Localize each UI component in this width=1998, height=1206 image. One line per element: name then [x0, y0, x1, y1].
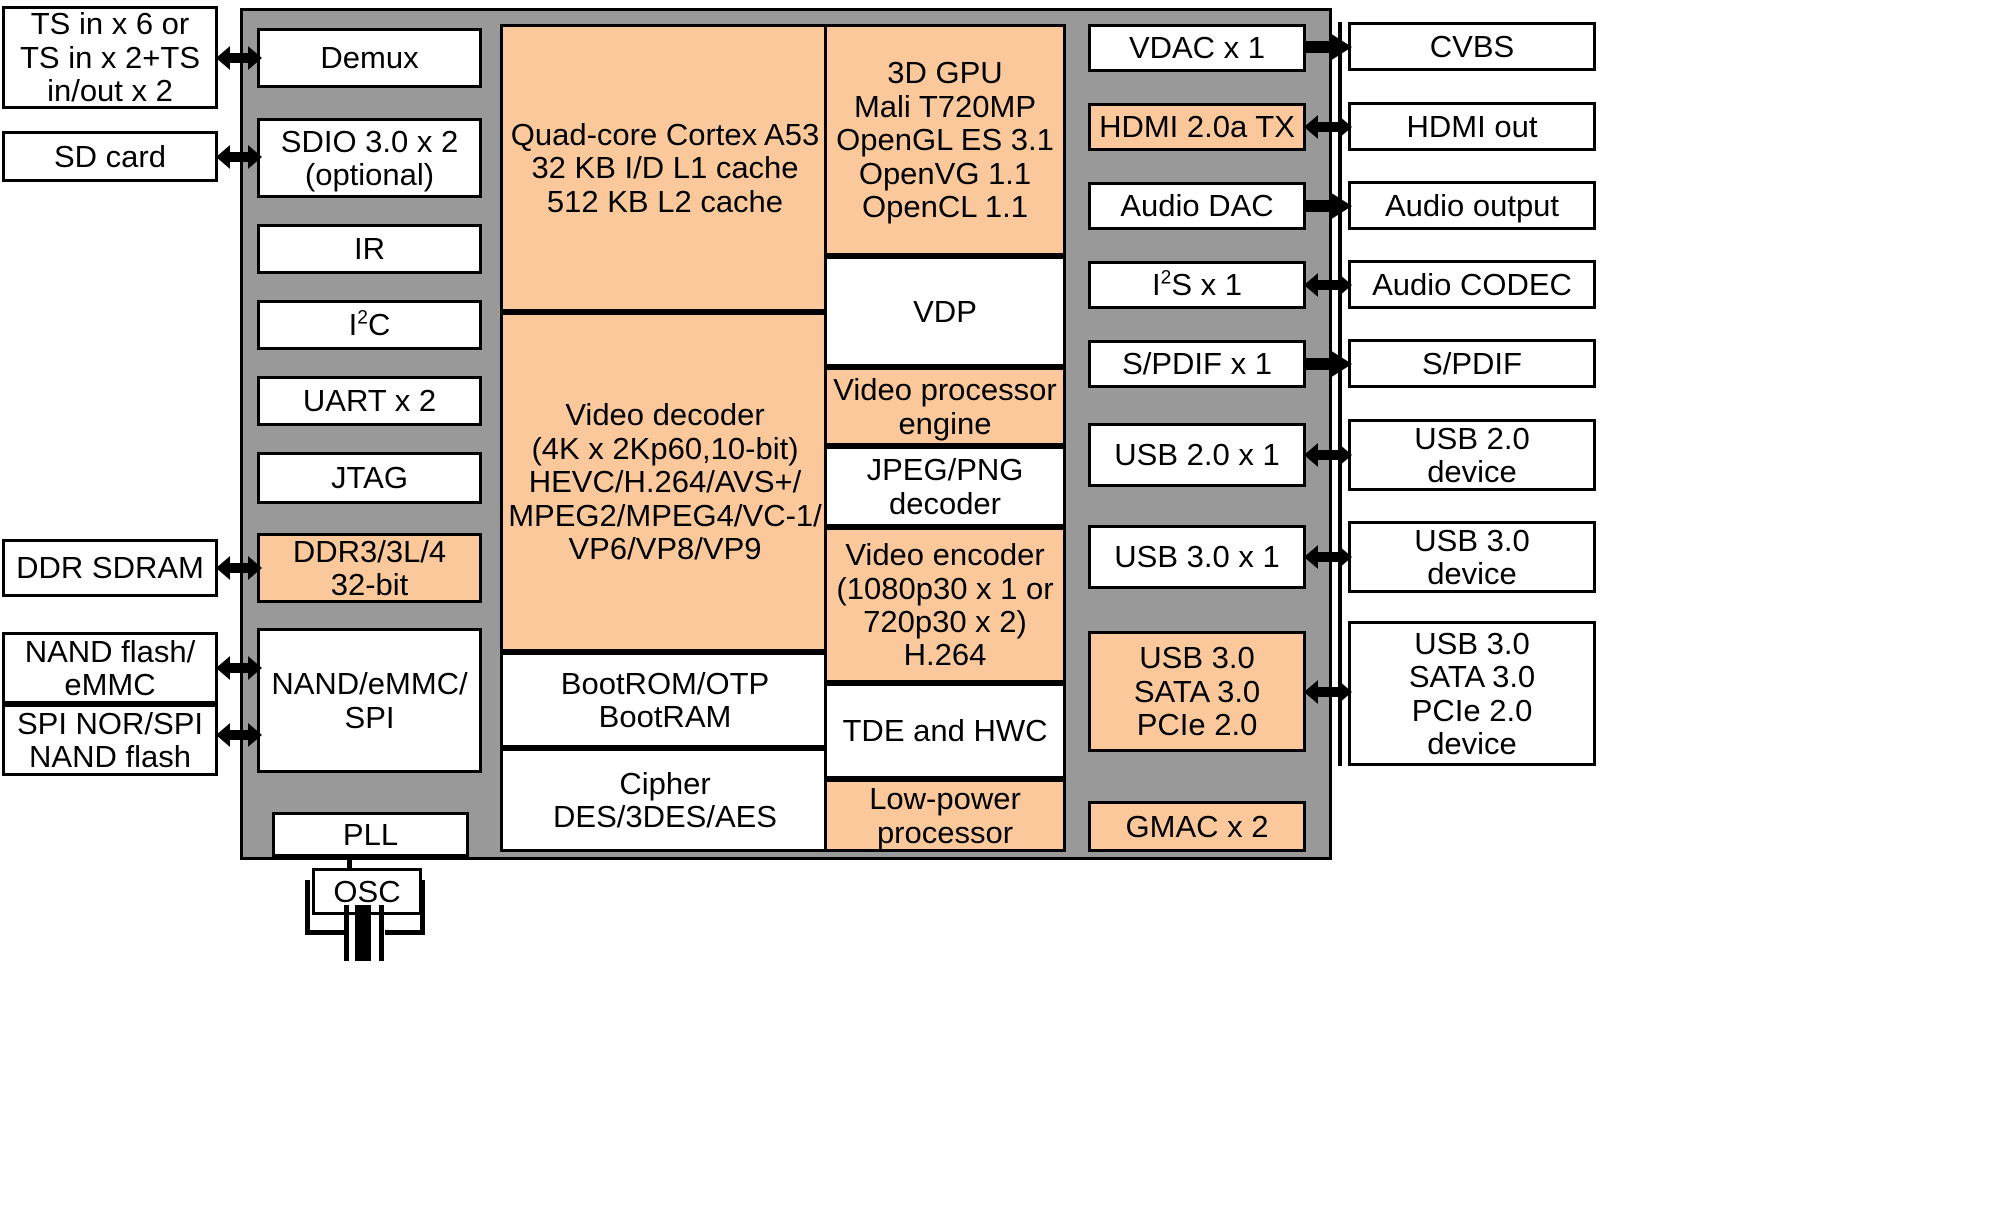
soc-block-i2s-label: I2S x 1 [1152, 267, 1242, 303]
soc-block-hdmi-tx: HDMI 2.0a TX [1088, 103, 1306, 151]
soc-block-jtag: JTAG [257, 452, 482, 504]
arrow-spdif-to-spdif-out [1304, 350, 1352, 378]
external-block-nand-flash-emmc: NAND flash/ eMMC [2, 632, 218, 704]
soc-block-usb20: USB 2.0 x 1 [1088, 423, 1306, 487]
soc-block-bootrom: BootROM/OTP BootRAM [500, 652, 830, 748]
external-block-usb-sata-pcie-device: USB 3.0 SATA 3.0 PCIe 2.0 device [1348, 621, 1596, 766]
osc-lead-left-vertical [305, 880, 310, 935]
external-block-usb20-device: USB 2.0 device [1348, 419, 1596, 491]
arrow-usb-sata-pcie-to-device [1304, 680, 1352, 704]
block-diagram-canvas: TS in x 6 or TS in x 2+TS in/out x 2 SD … [0, 0, 1998, 1206]
external-block-audio-output: Audio output [1348, 181, 1596, 230]
external-block-usb30-device: USB 3.0 device [1348, 521, 1596, 593]
osc-lead-right-horizontal [385, 930, 425, 935]
soc-block-low-power-processor: Low-power processor [824, 779, 1066, 852]
soc-block-pll: PLL [272, 812, 469, 857]
osc-lead-left-horizontal [305, 930, 345, 935]
soc-block-gpu: 3D GPU Mali T720MP OpenGL ES 3.1 OpenVG … [824, 24, 1066, 256]
arrow-sd-card-to-sdio [216, 145, 262, 169]
external-block-cvbs: CVBS [1348, 22, 1596, 71]
soc-block-vdp: VDP [824, 256, 1066, 367]
soc-block-video-decoder: Video decoder (4K x 2Kp60,10-bit) HEVC/H… [500, 312, 830, 652]
soc-block-ddr-controller: DDR3/3L/4 32-bit [257, 533, 482, 603]
external-block-spdif-out: S/PDIF [1348, 339, 1596, 388]
osc-lead-top [347, 857, 352, 868]
crystal-plate-left-icon [344, 905, 349, 961]
arrow-usb30-to-usb30-device [1304, 545, 1352, 569]
crystal-plate-right-icon [379, 905, 384, 961]
arrow-spi-nor-to-nand-controller [216, 723, 262, 747]
soc-block-usb-sata-pcie: USB 3.0 SATA 3.0 PCIe 2.0 [1088, 631, 1306, 752]
soc-block-ir: IR [257, 224, 482, 274]
soc-block-usb30: USB 3.0 x 1 [1088, 525, 1306, 589]
external-block-ddr-sdram: DDR SDRAM [2, 539, 218, 597]
soc-block-video-encoder: Video encoder (1080p30 x 1 or 720p30 x 2… [824, 527, 1066, 683]
arrow-audio-dac-to-audio-output [1304, 192, 1352, 220]
arrow-ts-in-to-demux [216, 46, 262, 70]
crystal-body-icon [355, 905, 371, 961]
external-block-ts-in: TS in x 6 or TS in x 2+TS in/out x 2 [2, 6, 218, 109]
soc-block-uart: UART x 2 [257, 376, 482, 426]
soc-block-i2c-label: I2C [348, 307, 391, 343]
external-block-audio-codec: Audio CODEC [1348, 260, 1596, 309]
soc-block-i2s: I2S x 1 [1088, 261, 1306, 309]
soc-block-cipher: Cipher DES/3DES/AES [500, 748, 830, 852]
soc-block-spdif: S/PDIF x 1 [1088, 340, 1306, 388]
arrow-i2s-to-audio-codec [1304, 273, 1352, 297]
soc-block-audio-dac: Audio DAC [1088, 182, 1306, 230]
external-block-hdmi-out: HDMI out [1348, 102, 1596, 151]
soc-block-demux: Demux [257, 28, 482, 88]
soc-block-gmac: GMAC x 2 [1088, 801, 1306, 852]
soc-block-nand-emmc-spi: NAND/eMMC/ SPI [257, 628, 482, 773]
soc-block-jpeg-png-decoder: JPEG/PNG decoder [824, 446, 1066, 527]
soc-block-vdac: VDAC x 1 [1088, 24, 1306, 72]
soc-block-video-processor-engine: Video processor engine [824, 367, 1066, 446]
arrow-vdac-to-cvbs [1304, 33, 1352, 61]
arrow-nand-flash-to-nand-controller [216, 656, 262, 680]
soc-block-i2c: I2C [257, 300, 482, 350]
soc-block-tde-hwc: TDE and HWC [824, 683, 1066, 779]
external-block-spi-nor-nand: SPI NOR/SPI NAND flash [2, 704, 218, 776]
external-block-sd-card: SD card [2, 131, 218, 182]
soc-block-cpu: Quad-core Cortex A53 32 KB I/D L1 cache … [500, 24, 830, 312]
arrow-hdmi-tx-to-hdmi-out [1304, 115, 1352, 139]
arrow-usb20-to-usb20-device [1304, 443, 1352, 467]
soc-block-sdio: SDIO 3.0 x 2 (optional) [257, 118, 482, 198]
arrow-ddr-sdram-to-ddr-controller [216, 556, 262, 580]
